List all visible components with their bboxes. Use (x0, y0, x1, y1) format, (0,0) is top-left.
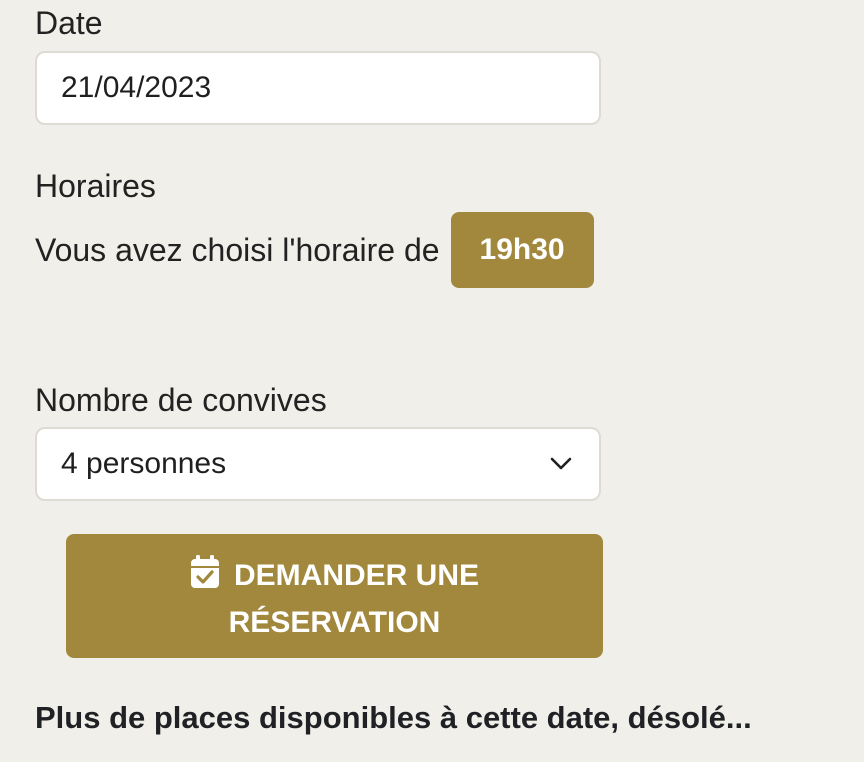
reserve-button-line1: DEMANDER UNE (233, 559, 479, 592)
chosen-time-text: Vous avez choisi l'horaire de (35, 231, 440, 268)
date-label: Date (35, 5, 103, 41)
calendar-check-icon (190, 555, 220, 589)
request-reservation-button[interactable]: DEMANDER UNE RÉSERVATION (66, 534, 603, 658)
chosen-time-badge[interactable]: 19h30 (450, 212, 594, 288)
chosen-time-row: Vous avez choisi l'horaire de 19h30 (35, 212, 594, 288)
chevron-down-icon (549, 452, 573, 476)
date-input[interactable]: 21/04/2023 (35, 51, 601, 125)
schedule-label: Horaires (35, 168, 156, 204)
availability-notice: Plus de places disponibles à cette date,… (35, 700, 752, 735)
guests-label: Nombre de convives (35, 382, 327, 418)
date-value: 21/04/2023 (61, 71, 212, 104)
reserve-button-line2: RÉSERVATION (228, 606, 441, 639)
guests-select[interactable]: 4 personnes (35, 427, 601, 501)
guests-selected-value: 4 personnes (61, 447, 227, 480)
